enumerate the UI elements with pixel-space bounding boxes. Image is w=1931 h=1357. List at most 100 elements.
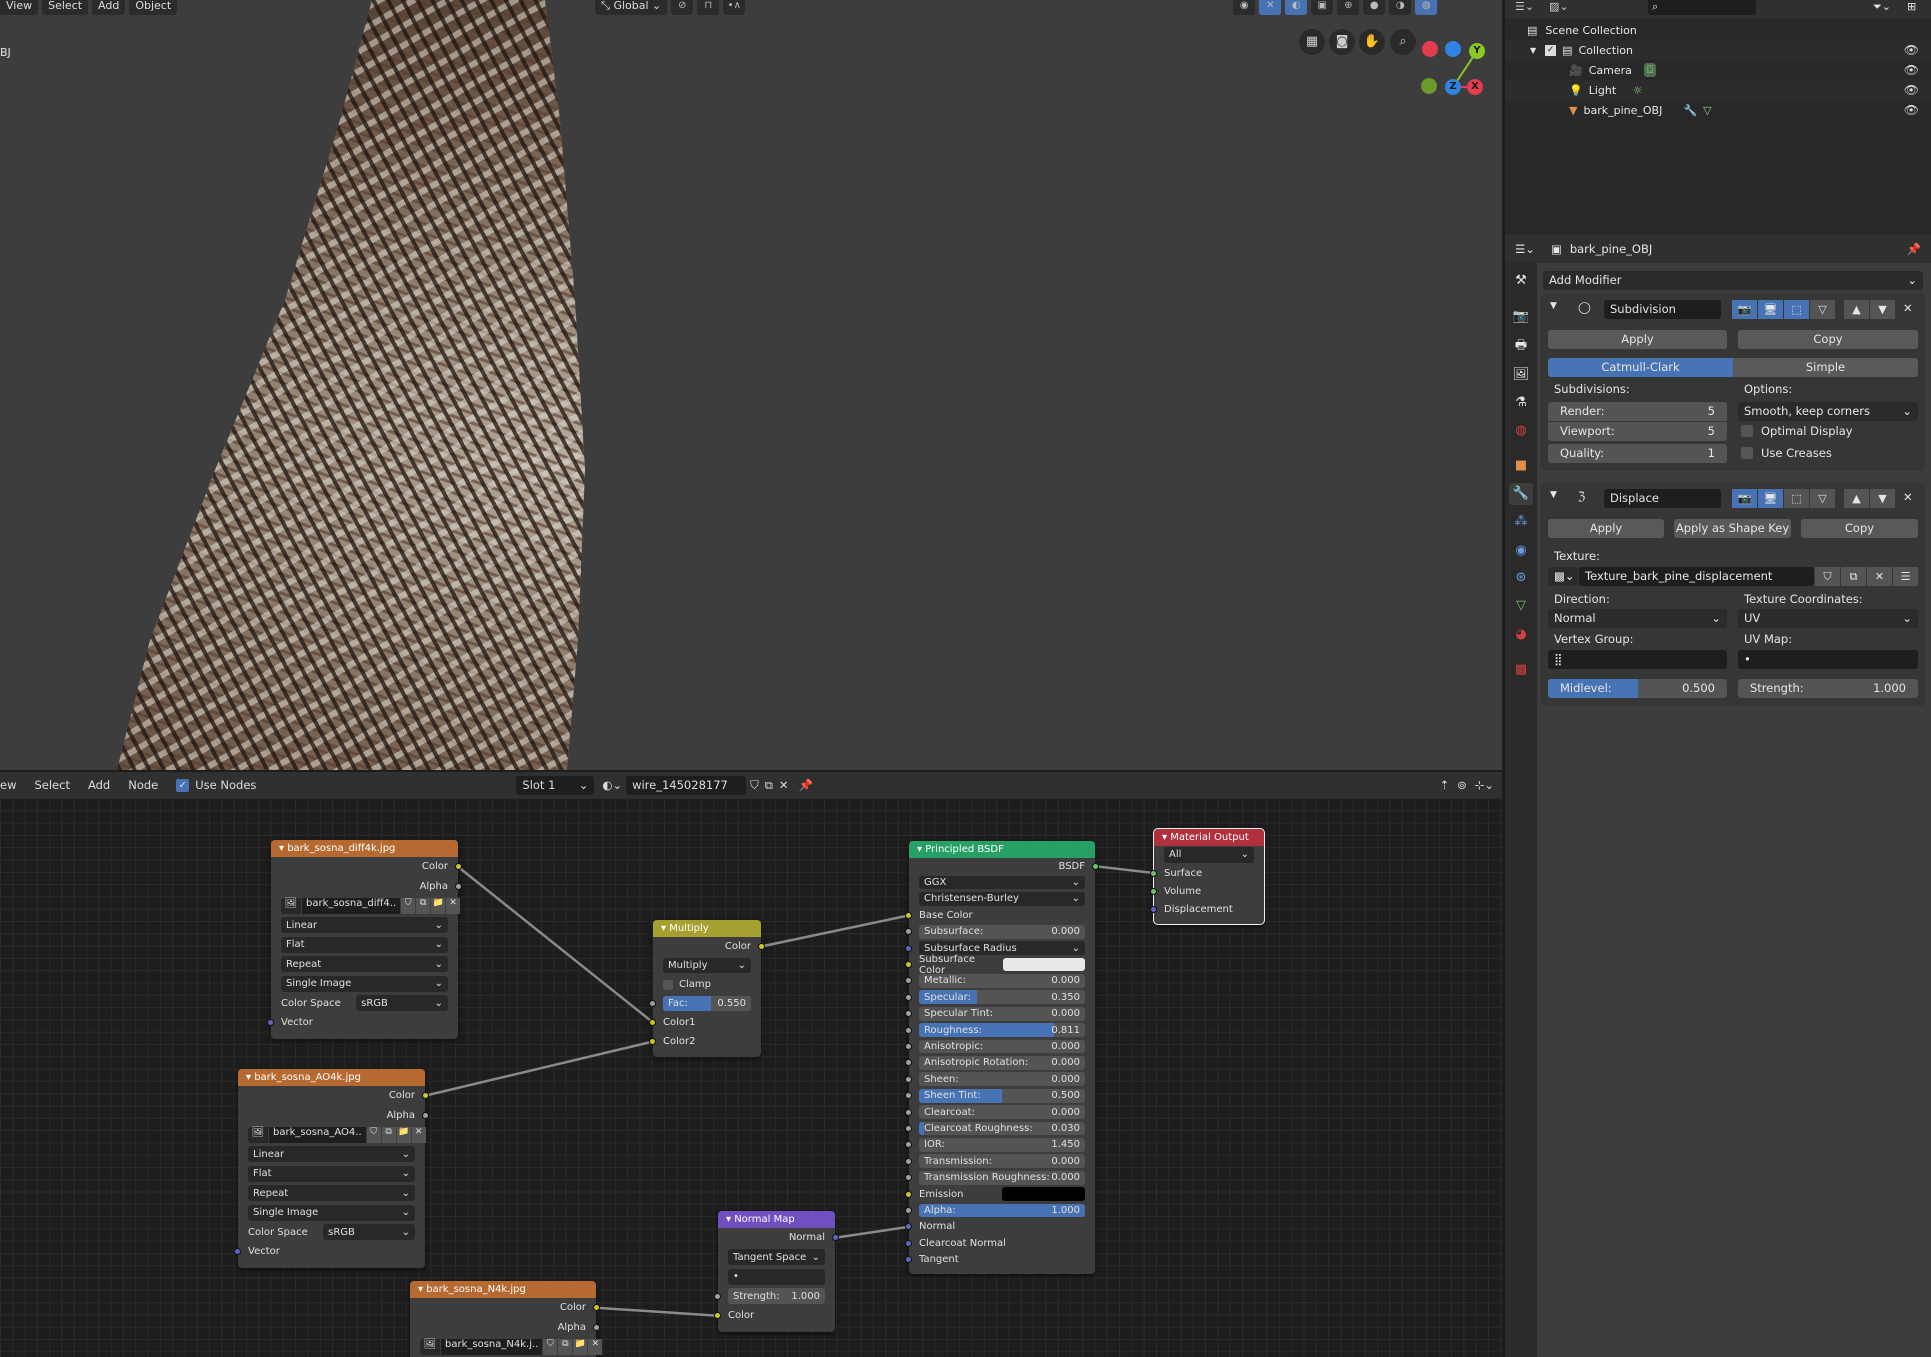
node-row-slider[interactable]: Subsurface: 0.000 — [905, 924, 1095, 940]
node-row-select[interactable]: Linear ⌄ — [271, 916, 458, 936]
menu-view[interactable]: ew — [0, 778, 16, 792]
shading-material-icon[interactable]: ◑ — [1389, 0, 1412, 15]
simple-option[interactable]: Simple — [1733, 358, 1918, 377]
subdivision-apply-button[interactable]: Apply — [1548, 330, 1727, 349]
filter-icon[interactable]: ⏷⌄ — [1873, 0, 1891, 14]
gizmo-icon[interactable]: ✕ — [1259, 0, 1282, 15]
texture-coordinates-dropdown[interactable]: UV ⌄ — [1738, 609, 1918, 628]
duplicate-icon[interactable]: ⧉ — [558, 1338, 573, 1355]
dropdown[interactable]: Flat ⌄ — [248, 1165, 415, 1182]
collapse-triangle-icon[interactable]: ▾ — [418, 1284, 426, 1295]
socket-input[interactable] — [1150, 869, 1157, 877]
collapse-triangle-icon[interactable]: ▾ — [246, 1072, 254, 1083]
node-link[interactable] — [760, 914, 910, 948]
displace-name-field[interactable]: Displace — [1604, 489, 1721, 508]
move-down-icon[interactable]: ▼ — [1870, 489, 1895, 508]
mix-rgb-node[interactable]: ▾ Multiply Color Multiply ⌄ Clamp Fac: 0.550 Co… — [649, 920, 765, 1057]
vertex-group-field[interactable]: ⣿ — [1548, 650, 1727, 669]
zoom-icon[interactable]: ⌕ — [1390, 29, 1416, 55]
displace-apply-button[interactable]: Apply — [1548, 519, 1664, 538]
node-row-slider[interactable]: Specular Tint: 0.000 — [905, 1006, 1095, 1022]
node-link[interactable] — [834, 1225, 910, 1239]
subdivision-copy-button[interactable]: Copy — [1738, 330, 1918, 349]
value-slider[interactable]: Clearcoat: 0.000 — [919, 1105, 1085, 1119]
node-row-slider[interactable]: Sheen Tint: 0.500 — [905, 1087, 1095, 1103]
fake-user-icon[interactable]: ⛉ — [1815, 567, 1840, 586]
value-slider[interactable]: Sheen: 0.000 — [919, 1072, 1085, 1087]
visibility-icon[interactable]: ◉ — [1233, 0, 1256, 15]
image-browse-icon[interactable]: 🖼 — [281, 897, 301, 914]
display-mode-icon[interactable]: ☰⌄ — [1515, 0, 1534, 13]
socket-output[interactable] — [758, 943, 765, 950]
socket-input[interactable] — [905, 911, 912, 919]
socket-input[interactable] — [905, 1141, 912, 1149]
node-row-img[interactable]: 🖼 bark_sosna_N4k.j.. ⛉ ⧉ 📁 ✕ — [410, 1337, 603, 1357]
scene-tab-icon[interactable]: ⚗ — [1509, 392, 1533, 414]
dropdown[interactable]: Repeat ⌄ — [281, 956, 448, 973]
unlink-icon[interactable]: ✕ — [1867, 567, 1892, 586]
node-row-select[interactable]: Multiply ⌄ — [653, 956, 761, 975]
fake-user-icon[interactable]: ⛉ — [366, 1126, 381, 1143]
strength-field[interactable]: Strength: 1.000 — [1738, 679, 1918, 698]
socket-input[interactable] — [905, 1026, 912, 1034]
node-row-select[interactable]: Repeat ⌄ — [271, 955, 458, 975]
collapse-triangle-icon[interactable]: ▾ — [661, 923, 669, 934]
checkbox-unchecked-icon[interactable] — [663, 979, 673, 990]
texture-name-field[interactable]: Texture_bark_pine_displacement — [1579, 567, 1814, 586]
socket-input[interactable] — [649, 1019, 656, 1026]
node-row-select[interactable]: Single Image ⌄ — [271, 974, 458, 994]
constraints-tab-icon[interactable]: ⊛ — [1509, 567, 1533, 589]
slot-dropdown[interactable]: Slot 1 ⌄ — [516, 775, 595, 795]
fake-user-icon[interactable]: ⛉ — [543, 1338, 558, 1355]
image-name-field[interactable]: bark_sosna_AO4.. — [269, 1126, 366, 1143]
viewport-toggle-icon[interactable]: 🖥 — [1758, 300, 1783, 319]
mesh-data-icon[interactable]: ▽ — [1703, 104, 1711, 117]
texture-properties-icon[interactable]: ☰ — [1893, 567, 1918, 586]
socket-input[interactable] — [714, 1292, 721, 1300]
tool-tab-icon[interactable]: ⚒ — [1509, 270, 1533, 292]
socket-input[interactable] — [905, 1206, 912, 1214]
socket-input[interactable] — [649, 1000, 656, 1007]
socket-output[interactable] — [455, 882, 462, 890]
apply-as-shape-key-button[interactable]: Apply as Shape Key — [1674, 519, 1791, 538]
viewport-levels-field[interactable]: Viewport: 5 — [1548, 422, 1727, 441]
image-texture-node-diffuse[interactable]: ▾ bark_sosna_diff4k.jpg Color Alpha 🖼 bark_s… — [267, 840, 462, 1039]
node-row-slider[interactable]: Alpha: 1.000 — [905, 1202, 1095, 1218]
socket-input[interactable] — [649, 1038, 656, 1045]
value-slider[interactable]: IOR: 1.450 — [919, 1137, 1085, 1152]
displace-copy-button[interactable]: Copy — [1801, 519, 1918, 538]
eye-icon[interactable]: 👁 — [1904, 63, 1919, 77]
outliner-item-light[interactable]: 💡 Light ☼ 👁 — [1505, 80, 1931, 100]
node-row-slider[interactable]: Clearcoat Roughness: 0.030 — [905, 1120, 1095, 1136]
remove-modifier-icon[interactable]: ✕ — [1903, 490, 1913, 504]
duplicate-icon[interactable]: ⧉ — [381, 1126, 396, 1143]
shading-wire-icon[interactable]: ⊕ — [1337, 0, 1360, 15]
eye-icon[interactable]: 👁 — [1904, 83, 1919, 97]
unlink-icon[interactable]: ✕ — [446, 897, 461, 914]
color-space-dropdown[interactable]: sRGB ⌄ — [323, 1224, 415, 1241]
node-header[interactable]: ▾ bark_sosna_diff4k.jpg — [271, 840, 458, 857]
node-row-slider[interactable]: IOR: 1.450 — [905, 1137, 1095, 1153]
axis-y[interactable]: Y — [1469, 43, 1485, 59]
socket-output[interactable] — [593, 1323, 600, 1331]
image-browse-icon[interactable]: 🖼 — [248, 1126, 268, 1143]
node-link[interactable] — [595, 1306, 719, 1317]
fake-user-icon[interactable]: ⛉ — [401, 897, 416, 914]
value-slider[interactable]: Transmission Roughness: 0.000 — [919, 1170, 1085, 1185]
value-slider[interactable]: Clearcoat Roughness: 0.030 — [919, 1121, 1085, 1136]
node-row-field[interactable]: • — [718, 1267, 835, 1287]
open-file-icon[interactable]: 📁 — [573, 1338, 588, 1355]
axis-neg-z[interactable] — [1445, 41, 1461, 57]
socket-input[interactable] — [1150, 887, 1157, 895]
dropdown[interactable]: Flat ⌄ — [281, 936, 448, 953]
mesh-data-tab-icon[interactable]: ▽ — [1509, 595, 1533, 617]
physics-tab-icon[interactable]: ◉ — [1509, 540, 1533, 562]
outliner-scene-collection[interactable]: ▤ Scene Collection — [1505, 20, 1931, 40]
collapse-triangle-icon[interactable]: ▾ — [1162, 832, 1170, 843]
value-slider[interactable]: Sheen Tint: 0.500 — [919, 1088, 1085, 1103]
snap-icon[interactable]: ⊓ — [697, 0, 720, 15]
duplicate-icon[interactable]: ⧉ — [416, 897, 431, 914]
image-name-field[interactable]: bark_sosna_N4k.j.. — [441, 1338, 543, 1355]
xray-icon[interactable]: ▣ — [1311, 0, 1334, 15]
pin-icon[interactable]: 📌 — [1907, 242, 1921, 256]
